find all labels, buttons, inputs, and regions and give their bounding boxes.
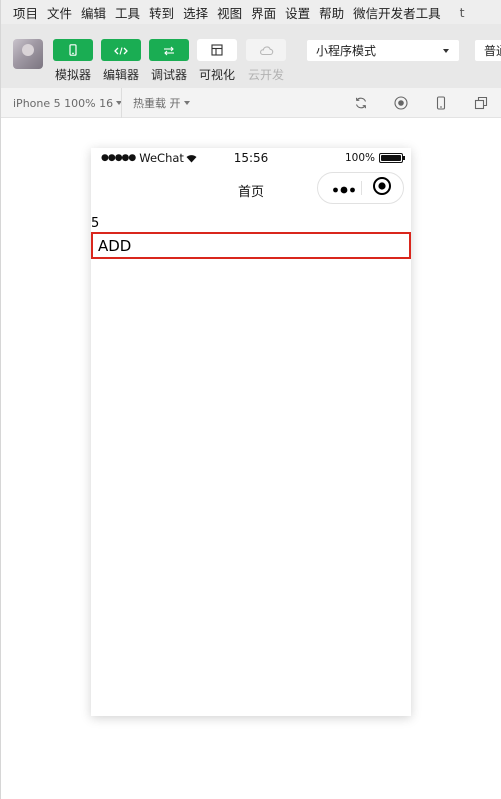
chevron-down-icon <box>183 101 190 105</box>
mode-select[interactable]: 小程序模式 <box>307 40 459 61</box>
simulator-canvas: ●●●●● WeChat 15:56 100% 首页 5 ADD <box>1 118 501 799</box>
simulator-label: 模拟器 <box>54 68 91 82</box>
menu-item-truncated[interactable]: t <box>460 5 465 20</box>
menu-item-view[interactable]: 视图 <box>217 3 242 22</box>
menu-item-interface[interactable]: 界面 <box>251 3 276 22</box>
close-button[interactable] <box>372 176 392 200</box>
add-button[interactable]: ADD <box>91 232 411 259</box>
detach-window-icon[interactable] <box>473 95 489 111</box>
menu-item-goto[interactable]: 转到 <box>149 3 174 22</box>
cloud-icon <box>258 41 274 60</box>
hot-reload-value: 热重载 开 <box>133 97 181 110</box>
menu-item-file[interactable]: 文件 <box>47 3 72 22</box>
debug-toggle-icon <box>163 41 175 60</box>
menu-item-devtools[interactable]: 微信开发者工具 <box>353 3 441 22</box>
battery-percent: 100% <box>344 152 375 164</box>
hot-reload-toggle[interactable]: 热重载 开 <box>133 88 190 118</box>
editor-label: 编辑器 <box>102 68 139 82</box>
status-battery: 100% <box>344 152 405 164</box>
refresh-icon[interactable] <box>353 95 369 111</box>
miniprogram-capsule <box>317 172 404 204</box>
mode-select-value: 小程序模式 <box>316 44 377 58</box>
devtools-window: 项目 文件 编辑 工具 转到 选择 视图 界面 设置 帮助 微信开发者工具 t … <box>0 0 501 799</box>
avatar[interactable] <box>13 39 43 69</box>
status-bar: ●●●●● WeChat 15:56 100% <box>91 148 411 168</box>
compile-mode-value: 普通 <box>484 44 501 58</box>
count-text: 5 <box>91 216 100 231</box>
more-button[interactable] <box>328 173 360 203</box>
editor-button[interactable] <box>101 39 141 61</box>
menu-item-select[interactable]: 选择 <box>183 3 208 22</box>
visualize-button[interactable] <box>197 39 237 61</box>
menu-item-project[interactable]: 项目 <box>13 3 38 22</box>
menu-bar: 项目 文件 编辑 工具 转到 选择 视图 界面 设置 帮助 微信开发者工具 t <box>1 0 501 24</box>
code-icon <box>114 41 128 60</box>
device-select[interactable]: iPhone 5 100% 16 <box>13 88 123 118</box>
device-select-value: iPhone 5 100% 16 <box>13 96 114 110</box>
toolbar: 模拟器 编辑器 调试器 可视化 云开发 小程序模式 普 <box>1 24 501 88</box>
divider <box>121 88 122 118</box>
debugger-button[interactable] <box>149 39 189 61</box>
menu-item-help[interactable]: 帮助 <box>319 3 344 22</box>
chevron-down-icon <box>443 48 449 53</box>
simulator-button[interactable] <box>53 39 93 61</box>
debugger-label: 调试器 <box>150 68 187 82</box>
menu-item-edit[interactable]: 编辑 <box>81 3 106 22</box>
capsule-divider <box>361 181 362 195</box>
add-button-label: ADD <box>98 236 132 255</box>
more-dots-icon <box>332 179 356 198</box>
compile-mode-select[interactable]: 普通 <box>475 40 501 61</box>
battery-icon <box>379 153 405 163</box>
simulator-toolbar: iPhone 5 100% 16 热重载 开 <box>1 88 501 118</box>
phone-icon <box>68 41 78 60</box>
layout-icon <box>211 41 223 60</box>
device-preview-icon[interactable] <box>433 95 449 111</box>
stop-record-icon[interactable] <box>393 95 409 111</box>
visualize-label: 可视化 <box>198 68 235 82</box>
cloud-dev-label: 云开发 <box>247 68 284 82</box>
menu-item-settings[interactable]: 设置 <box>285 3 310 22</box>
target-circle-icon <box>372 176 392 200</box>
cloud-dev-button[interactable] <box>246 39 286 61</box>
menu-item-tools[interactable]: 工具 <box>115 3 140 22</box>
phone-screen: ●●●●● WeChat 15:56 100% 首页 5 ADD <box>91 148 411 716</box>
